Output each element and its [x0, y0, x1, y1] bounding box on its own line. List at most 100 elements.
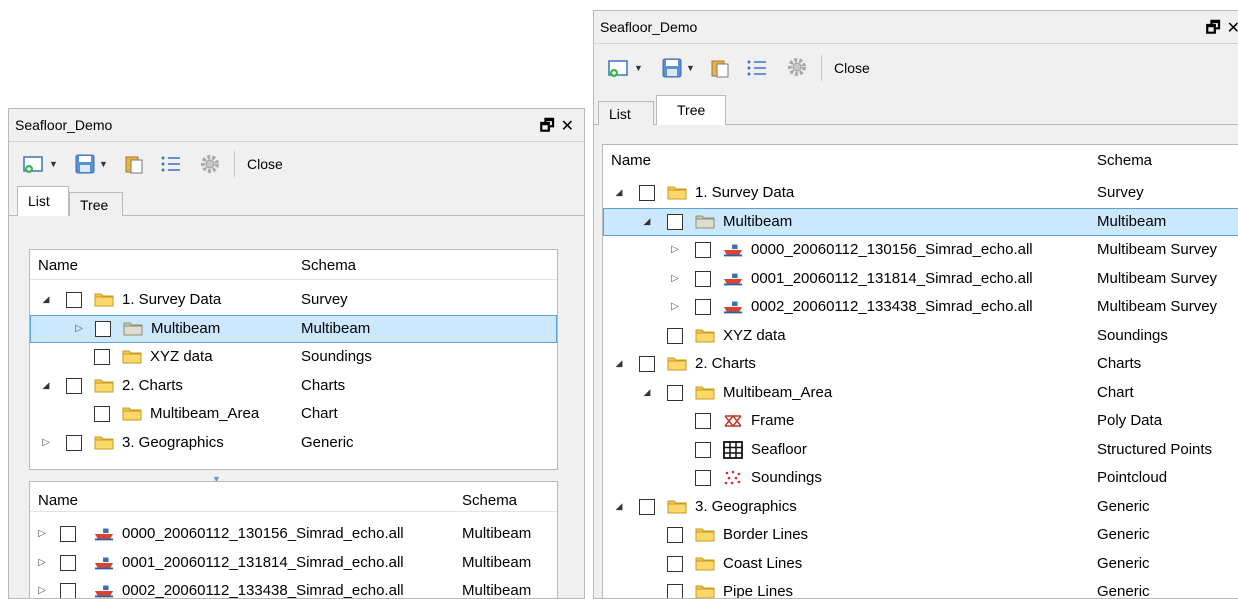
tree-row[interactable]: Seafloor Structured Points	[603, 436, 1238, 465]
tree-row[interactable]: Frame Poly Data	[603, 407, 1238, 436]
chevron-down-icon[interactable]: ▼	[49, 159, 58, 169]
collapse-triangle-icon[interactable]: ◢	[641, 216, 653, 227]
checkbox[interactable]	[60, 526, 76, 542]
chevron-down-icon[interactable]: ▼	[634, 63, 643, 73]
save-button[interactable]: ▼	[662, 57, 695, 79]
tree-row[interactable]: XYZ data Soundings	[30, 343, 557, 372]
tree-row[interactable]: Pipe Lines Generic	[603, 578, 1238, 598]
list-view-button[interactable]	[160, 153, 182, 175]
checkbox[interactable]	[695, 441, 711, 458]
chevron-down-icon[interactable]: ▼	[99, 159, 108, 169]
paste-button[interactable]	[124, 153, 144, 175]
checkbox[interactable]	[95, 320, 111, 337]
tab-tree[interactable]: Tree	[656, 95, 726, 125]
settings-button[interactable]	[199, 153, 221, 175]
collapse-triangle-icon[interactable]: ◢	[613, 358, 625, 369]
checkbox[interactable]	[639, 185, 655, 201]
right-title-bar: Seafloor_Demo 🗗︎✕	[594, 11, 1238, 44]
expand-triangle-icon[interactable]: ▷	[40, 437, 52, 448]
tree-row-schema: Survey	[1097, 184, 1144, 201]
float-window-icon[interactable]: 🗗︎	[1206, 17, 1223, 44]
checkbox[interactable]	[94, 406, 110, 422]
checkbox[interactable]	[667, 327, 683, 344]
collapse-triangle-icon[interactable]: ◢	[40, 294, 52, 305]
checkbox[interactable]	[639, 498, 655, 515]
checkbox[interactable]	[66, 292, 82, 308]
checkbox[interactable]	[94, 349, 110, 365]
checkbox[interactable]	[66, 434, 82, 451]
checkbox[interactable]	[695, 470, 711, 486]
tree-row-label: 0001_20060112_131814_Simrad_echo.all	[751, 269, 1033, 287]
checkbox[interactable]	[60, 554, 76, 571]
collapse-triangle-icon[interactable]: ◢	[613, 187, 625, 198]
close-button[interactable]: Close	[834, 60, 870, 76]
tree-row[interactable]: Coast Lines Generic	[603, 550, 1238, 579]
collapse-triangle-icon[interactable]: ◢	[613, 501, 625, 512]
close-button[interactable]: Close	[247, 156, 283, 172]
tree-row[interactable]: ◢ Multibeam_Area Chart	[603, 379, 1238, 408]
checkbox[interactable]	[667, 213, 683, 230]
checkbox[interactable]	[667, 384, 683, 401]
expand-triangle-icon[interactable]: ▷	[669, 244, 681, 255]
checkbox[interactable]	[66, 377, 82, 394]
expand-triangle-icon[interactable]: ▷	[669, 273, 681, 284]
float-window-icon[interactable]: 🗗︎	[540, 115, 557, 142]
name-column-header[interactable]: Name	[38, 492, 78, 509]
checkbox[interactable]	[667, 555, 683, 572]
expand-triangle-icon[interactable]: ▷	[36, 585, 48, 596]
expand-triangle-icon[interactable]: ▷	[73, 323, 85, 334]
checkbox[interactable]	[695, 270, 711, 287]
list-view-button[interactable]	[746, 57, 768, 79]
tree-row[interactable]: ◢ 2. Charts Charts	[30, 372, 557, 401]
tree-row[interactable]: ▷ 0002_20060112_133438_Simrad_echo.all M…	[603, 293, 1238, 322]
tree-row[interactable]: Soundings Pointcloud	[603, 464, 1238, 493]
checkbox[interactable]	[667, 527, 683, 543]
tab-list[interactable]: List	[598, 101, 654, 125]
tree-row-selected[interactable]: ▷ Multibeam Multibeam	[30, 314, 557, 343]
schema-column-header[interactable]: Schema	[1097, 152, 1152, 169]
tree-row[interactable]: ▷ 0000_20060112_130156_Simrad_echo.all M…	[603, 236, 1238, 265]
name-column-header[interactable]: Name	[611, 152, 651, 169]
chevron-down-icon[interactable]: ▼	[686, 63, 695, 73]
list-item[interactable]: ▷ 0000_20060112_130156_Simrad_echo.all M…	[30, 520, 557, 549]
tree-row[interactable]: ◢ 1. Survey Data Survey	[30, 286, 557, 315]
name-column-header[interactable]: Name	[38, 257, 78, 274]
checkbox[interactable]	[695, 242, 711, 258]
tree-row-schema: Multibeam	[301, 319, 371, 337]
tree-row-schema: Multibeam Survey	[1097, 298, 1218, 315]
new-button[interactable]: ▼	[23, 153, 58, 175]
expand-triangle-icon[interactable]: ▷	[36, 557, 48, 568]
checkbox[interactable]	[695, 299, 711, 315]
collapse-triangle-icon[interactable]: ◢	[40, 380, 52, 391]
checkbox[interactable]	[667, 584, 683, 598]
tab-list[interactable]: List	[17, 186, 69, 216]
expand-triangle-icon[interactable]: ▷	[36, 528, 48, 539]
tab-tree[interactable]: Tree	[69, 192, 123, 216]
checkbox[interactable]	[695, 413, 711, 429]
tree-row[interactable]: ◢ 2. Charts Charts	[603, 350, 1238, 379]
left-panel-title: Seafloor_Demo	[15, 117, 113, 133]
checkbox[interactable]	[60, 583, 76, 598]
tree-row[interactable]: ▷ 3. Geographics Generic	[30, 429, 557, 458]
schema-column-header[interactable]: Schema	[462, 492, 517, 509]
tree-row[interactable]: ▷ 0001_20060112_131814_Simrad_echo.all M…	[603, 265, 1238, 294]
expand-triangle-icon[interactable]: ▷	[669, 301, 681, 312]
tree-row[interactable]: ◢ 3. Geographics Generic	[603, 493, 1238, 522]
list-item[interactable]: ▷ 0002_20060112_133438_Simrad_echo.all M…	[30, 577, 557, 598]
polydata-frame-icon	[724, 414, 742, 428]
checkbox[interactable]	[639, 356, 655, 372]
close-icon[interactable]: ✕	[561, 116, 576, 136]
tree-row-selected[interactable]: ◢ Multibeam Multibeam	[603, 207, 1238, 236]
collapse-triangle-icon[interactable]: ◢	[641, 387, 653, 398]
schema-column-header[interactable]: Schema	[301, 257, 356, 274]
close-icon[interactable]: ✕	[1227, 18, 1238, 38]
list-item[interactable]: ▷ 0001_20060112_131814_Simrad_echo.all M…	[30, 549, 557, 578]
settings-button[interactable]	[786, 56, 808, 78]
tree-row[interactable]: Border Lines Generic	[603, 521, 1238, 550]
new-button[interactable]: ▼	[608, 57, 643, 79]
tree-row[interactable]: XYZ data Soundings	[603, 322, 1238, 351]
tree-row[interactable]: ◢ 1. Survey Data Survey	[603, 179, 1238, 208]
save-button[interactable]: ▼	[75, 153, 108, 175]
tree-row[interactable]: Multibeam_Area Chart	[30, 400, 557, 429]
paste-button[interactable]	[710, 57, 730, 79]
